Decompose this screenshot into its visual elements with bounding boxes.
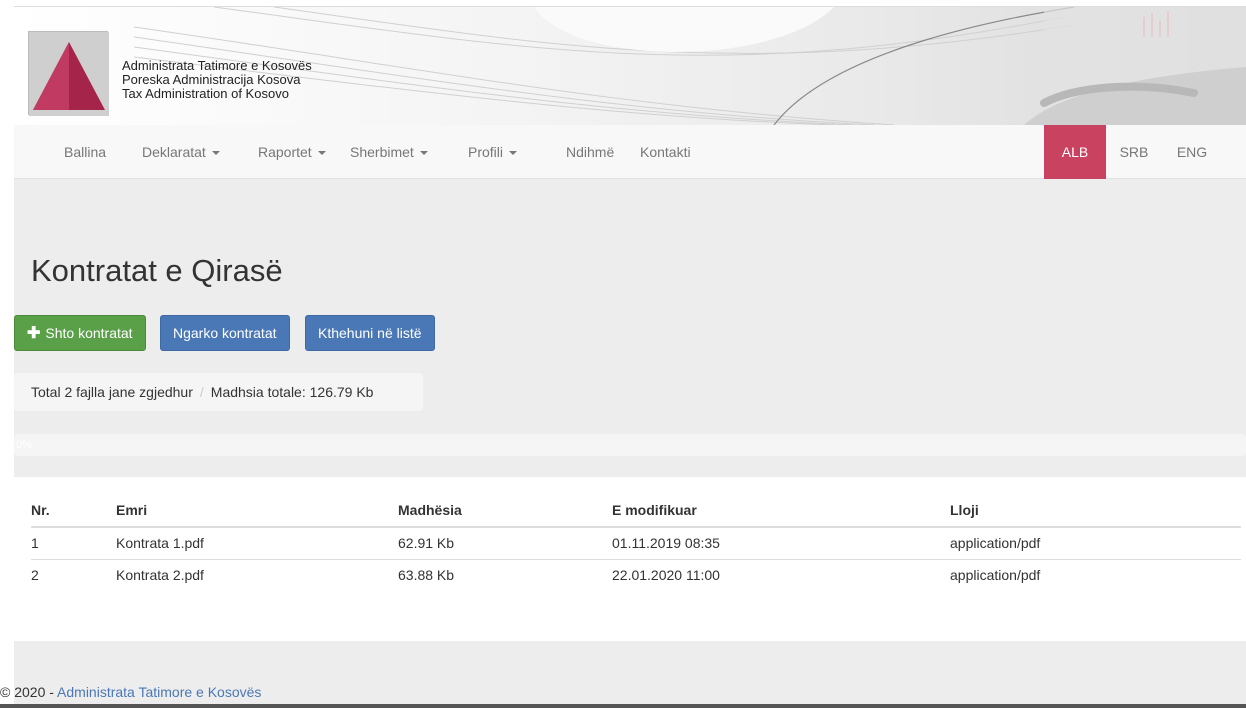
cell-nr: 1 (31, 535, 39, 552)
nav-item-ndihme[interactable]: Ndihmë (566, 125, 614, 179)
upload-progress-bar: 0% (14, 434, 1246, 456)
selected-count: Total 2 fajlla jane zgjedhur (31, 384, 193, 400)
table-row[interactable]: 2 Kontrata 2.pdf 63.88 Kb 22.01.2020 11:… (31, 558, 1241, 591)
cell-name: Kontrata 1.pdf (116, 535, 204, 552)
page-title: Kontratat e Qirasë (31, 253, 283, 288)
cell-modified: 01.11.2019 08:35 (612, 535, 720, 552)
column-header-size: Madhësia (398, 493, 612, 528)
caret-down-icon (317, 151, 326, 156)
upload-contracts-button[interactable]: Ngarko kontratat (160, 315, 290, 351)
caret-down-icon (419, 151, 428, 156)
files-table-panel: Nr. Emri Madhësia E modifikuar Lloji 1 K… (14, 477, 1246, 641)
org-name-srb: Poreska Administracija Kosova (122, 72, 301, 87)
column-header-nr: Nr. (31, 493, 116, 528)
lang-label: SRB (1119, 144, 1149, 160)
nav-item-label: Kontakti (640, 144, 691, 160)
cell-type: application/pdf (950, 558, 1241, 591)
org-name-alb: Administrata Tatimore e Kosovës (122, 58, 312, 73)
main-navbar: Ballina Deklaratat Raportet Sherbimet Pr… (14, 125, 1246, 179)
nav-item-label: Raportet (258, 144, 312, 160)
header-banner: Administrata Tatimore e Kosovës Poreska … (14, 7, 1246, 125)
footer-copyright: © 2020 - (0, 684, 58, 700)
nav-item-raportet[interactable]: Raportet (258, 125, 326, 179)
nav-item-sherbimet[interactable]: Sherbimet (350, 125, 428, 179)
progress-label: 0% (16, 439, 32, 451)
nav-item-label: Profili (468, 144, 504, 160)
nav-item-label: Ndihmë (566, 144, 615, 160)
caret-down-icon (509, 151, 518, 156)
files-table: Nr. Emri Madhësia E modifikuar Lloji 1 K… (31, 493, 1241, 591)
caret-down-icon (211, 151, 220, 156)
logo[interactable] (28, 31, 109, 116)
cell-size: 62.91 Kb (398, 535, 455, 552)
add-contracts-label: Shto kontratat (45, 325, 133, 341)
cell-size: 63.88 Kb (398, 558, 612, 591)
cell-modified: 22.01.2020 11:00 (612, 558, 950, 591)
org-name-eng: Tax Administration of Kosovo (122, 86, 289, 101)
column-header-type: Lloji (950, 493, 1241, 528)
lang-label: ALB (1061, 144, 1089, 160)
upload-contracts-label: Ngarko kontratat (173, 325, 277, 341)
plus-icon: ✚ (27, 325, 41, 342)
column-header-modified: E modifikuar (612, 493, 950, 528)
nav-item-label: Deklaratat (142, 144, 206, 160)
cell-type: application/pdf (950, 535, 1041, 552)
nav-item-label: Ballina (64, 144, 107, 160)
table-row[interactable]: 1 Kontrata 1.pdf 62.91 Kb 01.11.2019 08:… (31, 527, 1241, 559)
nav-item-profili[interactable]: Profili (468, 125, 518, 179)
bottom-border (0, 704, 1246, 708)
table-header-row: Nr. Emri Madhësia E modifikuar Lloji (31, 493, 1241, 528)
nav-item-deklaratat[interactable]: Deklaratat (142, 125, 220, 179)
footer-org-link[interactable]: Administrata Tatimore e Kosovës (57, 684, 261, 700)
cell-nr: 2 (31, 558, 116, 591)
separator: / (199, 384, 204, 400)
nav-item-label: Sherbimet (350, 144, 414, 160)
cell-name: Kontrata 2.pdf (116, 558, 398, 591)
total-size: Madhsia totale: 126.79 Kb (210, 384, 374, 400)
lang-eng[interactable]: ENG (1162, 125, 1222, 179)
org-name: Administrata Tatimore e Kosovës Poreska … (122, 59, 312, 101)
files-summary: Total 2 fajlla jane zgjedhur / Madhsia tot… (14, 373, 423, 411)
back-to-list-button[interactable]: Kthehuni në listë (305, 315, 435, 351)
logo-triangle-icon (29, 32, 109, 116)
lang-label: ENG (1176, 144, 1208, 160)
back-to-list-label: Kthehuni në listë (318, 325, 422, 341)
lang-alb[interactable]: ALB (1044, 125, 1106, 179)
nav-item-ballina[interactable]: Ballina (64, 125, 106, 179)
lang-srb[interactable]: SRB (1106, 125, 1162, 179)
footer: © 2020 - Administrata Tatimore e Kosovës (0, 684, 261, 700)
nav-item-kontakti[interactable]: Kontakti (640, 125, 691, 179)
page-frame: Administrata Tatimore e Kosovës Poreska … (14, 6, 1246, 706)
add-contracts-button[interactable]: ✚ Shto kontratat (14, 315, 146, 351)
column-header-name: Emri (116, 493, 398, 528)
